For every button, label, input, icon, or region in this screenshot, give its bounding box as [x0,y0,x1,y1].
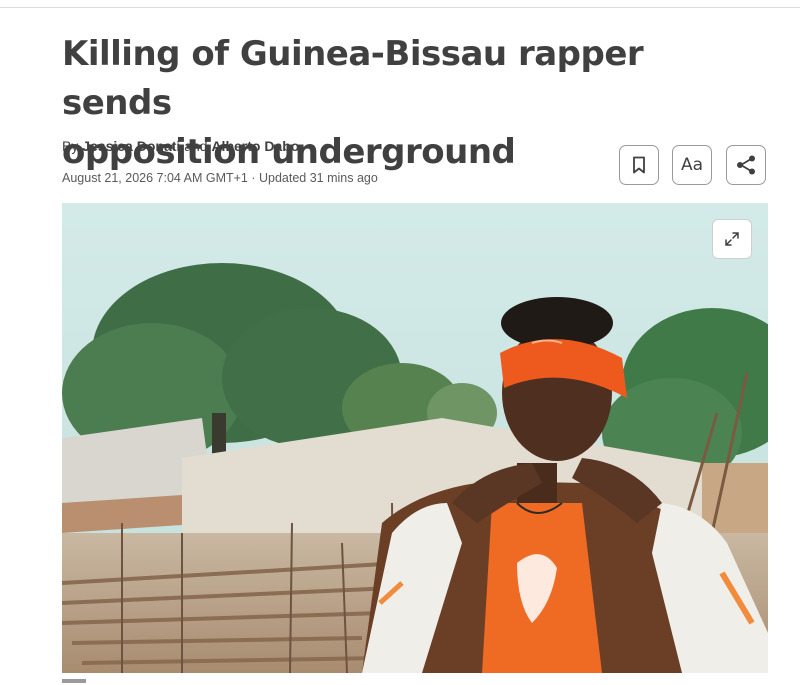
hero-photo[interactable] [62,203,768,673]
expand-image-button[interactable] [712,219,752,259]
top-divider [0,7,800,8]
share-icon [737,155,755,175]
author-link-1[interactable]: Jessica Donati [82,138,180,154]
expand-icon [725,232,739,246]
byline-prefix: By [62,138,79,154]
bookmark-icon [633,156,645,174]
share-button[interactable] [726,145,766,185]
headline-line-1: Killing of Guinea-Bissau rapper sends [62,34,644,123]
text-size-button[interactable]: Aa [672,145,712,185]
text-size-label: Aa [680,155,704,175]
bookmark-button[interactable] [619,145,659,185]
byline-joiner: and [184,138,208,154]
byline: By Jessica Donati and Alberto Dabo [62,138,299,154]
caption-indicator [62,679,86,683]
author-link-2[interactable]: Alberto Dabo [211,138,299,154]
article-dateline: August 21, 2026 7:04 AM GMT+1 · Updated … [62,171,378,185]
hero-photo-illustration [62,203,768,673]
